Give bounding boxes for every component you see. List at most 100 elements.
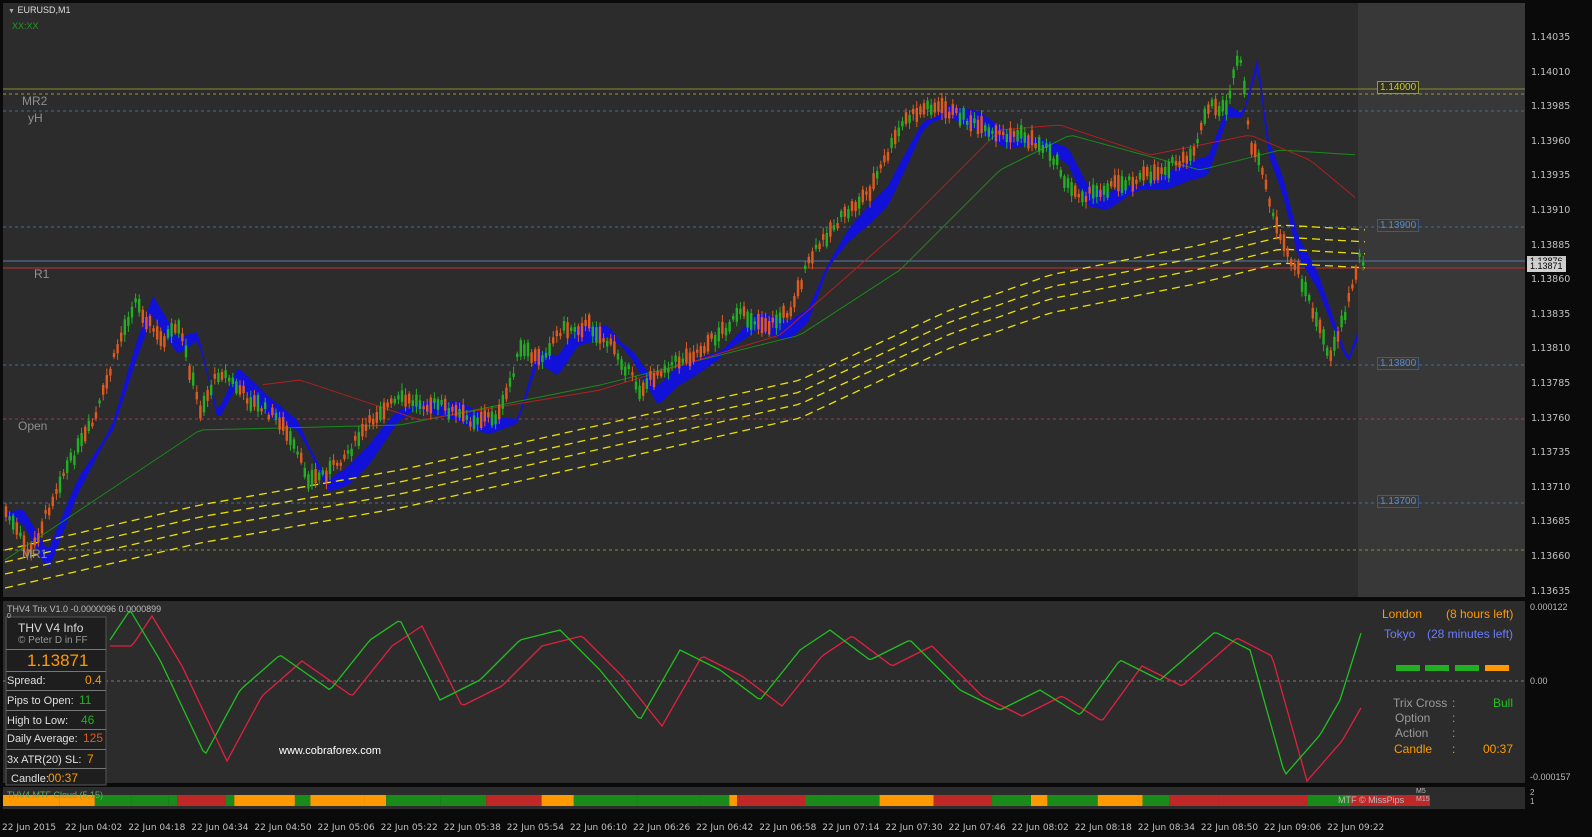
candle-body xyxy=(472,415,476,430)
cloud-bar-segment xyxy=(1142,795,1170,806)
candle-body xyxy=(1030,130,1034,146)
candle-body xyxy=(15,522,18,535)
candle-body xyxy=(1192,146,1196,156)
candle-body xyxy=(969,115,972,132)
candle-body xyxy=(91,422,94,427)
candle-body xyxy=(1081,191,1084,203)
spread-value: 0.4 xyxy=(85,673,102,687)
candle-body xyxy=(1074,185,1077,197)
candle-body xyxy=(217,372,220,383)
candle-body xyxy=(710,333,713,339)
session-london-remaining: (8 hours left) xyxy=(1446,607,1514,621)
price-tag-13900: 1.13900 xyxy=(1377,219,1420,232)
candle-body xyxy=(1167,161,1170,179)
candle-body xyxy=(48,507,51,516)
candle-body xyxy=(1207,104,1210,114)
cloud-bar-segment xyxy=(879,795,934,806)
time-axis-tick: 22 Jun 09:06 xyxy=(1264,823,1322,833)
price-axis-tick: 1.13810 xyxy=(1531,343,1571,355)
candle-body xyxy=(1012,131,1016,137)
candle-body xyxy=(598,326,602,344)
cloud-bar-segment xyxy=(310,795,365,806)
cloud-axis: 21 xyxy=(1530,788,1535,806)
session-tokyo-remaining: (28 minutes left) xyxy=(1427,627,1514,641)
price-axis-tick: 1.13935 xyxy=(1531,170,1571,182)
candle-body xyxy=(998,130,1001,135)
info-divider xyxy=(6,671,106,672)
candle-body xyxy=(127,317,130,326)
candle-body xyxy=(1200,122,1203,131)
cloud-bar-segment xyxy=(822,795,837,806)
cloud-bar-segment xyxy=(1097,795,1143,806)
high-low-value: 46 xyxy=(81,713,95,727)
candle-body xyxy=(1041,145,1044,153)
candle-body xyxy=(199,405,202,419)
candle-body xyxy=(55,489,58,494)
cloud-bar-segment xyxy=(486,795,542,806)
chevron-down-icon[interactable]: ▼ xyxy=(8,8,15,15)
candle-body xyxy=(1286,248,1289,257)
candle-body xyxy=(721,321,724,334)
candle-body xyxy=(105,375,108,389)
candle-body xyxy=(544,352,548,358)
candle-body xyxy=(328,460,332,474)
candle-body xyxy=(627,365,630,370)
candle-body xyxy=(1358,253,1361,257)
chart-canvas[interactable] xyxy=(0,0,1592,837)
candle-body xyxy=(361,424,364,437)
candle-body xyxy=(591,326,594,337)
candle-body xyxy=(289,431,292,446)
candle-body xyxy=(1189,148,1192,161)
candle-body xyxy=(937,101,940,112)
candle-body xyxy=(109,368,112,376)
candle-body xyxy=(487,412,490,418)
candle-body xyxy=(904,112,908,124)
candle-body xyxy=(1117,175,1120,192)
spread-label: Spread: xyxy=(7,675,46,687)
candle-body xyxy=(271,407,274,416)
candle-body xyxy=(1221,99,1224,112)
candle-body xyxy=(717,327,720,342)
candle-body xyxy=(1153,164,1156,181)
candle-body xyxy=(505,387,508,400)
candle-body xyxy=(746,311,749,328)
candle-body xyxy=(696,349,699,353)
candle-body xyxy=(1146,166,1149,177)
candle-body xyxy=(1099,189,1102,197)
candle-body xyxy=(847,209,850,219)
candle-body xyxy=(1344,311,1347,320)
price-tag-14000: 1.14000 xyxy=(1377,81,1420,94)
candle-body xyxy=(1182,151,1185,163)
candle-body xyxy=(663,365,666,373)
cloud-bar-segment xyxy=(1030,795,1048,806)
candle-body xyxy=(1077,193,1080,198)
candle-body xyxy=(1210,99,1214,107)
candle-body xyxy=(476,417,479,425)
cloud-bar-segment xyxy=(805,795,823,806)
candle-body xyxy=(955,107,958,113)
candle-label: Candle: xyxy=(11,773,49,785)
pips-open-label: Pips to Open: xyxy=(7,695,74,707)
candle-body xyxy=(336,462,339,466)
candle-body xyxy=(102,385,105,395)
candle-body xyxy=(112,353,116,358)
level-label-mr1: MR1 xyxy=(22,547,48,561)
cloud-bar-segment xyxy=(294,795,311,806)
candle-body xyxy=(264,402,267,409)
price-panel[interactable] xyxy=(3,3,1525,597)
candle-body xyxy=(573,327,576,332)
candle-body xyxy=(1142,166,1145,181)
candle-body xyxy=(1336,331,1340,342)
candle-body xyxy=(634,381,638,390)
session-indicator-bar xyxy=(1396,665,1420,671)
cloud-bar-segment xyxy=(836,795,880,806)
candle-body xyxy=(915,107,918,122)
candle-body xyxy=(699,345,702,358)
candle-body xyxy=(1351,284,1354,289)
candle-body xyxy=(228,377,231,382)
candle-body xyxy=(1293,263,1296,270)
candle-body xyxy=(1023,132,1026,143)
candle-body xyxy=(177,320,180,334)
time-axis-tick: 22 Jun 06:26 xyxy=(633,823,691,833)
cloud-bar-segment xyxy=(637,795,700,806)
